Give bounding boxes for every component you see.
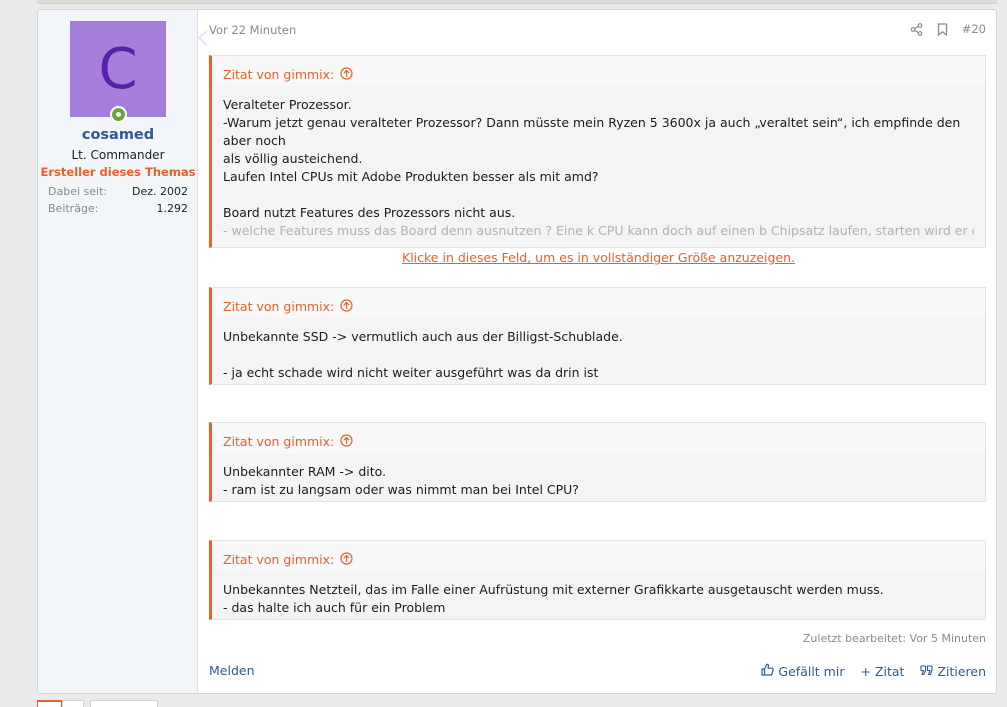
post-main: Vor 22 Minuten #20 Zitat von gimmix: Ver… — [198, 10, 996, 693]
quote-block-4: Zitat von gimmix: Unbekanntes Netzteil, … — [209, 540, 986, 620]
username[interactable]: cosamed — [38, 127, 198, 143]
quote-block-3: Zitat von gimmix: Unbekannter RAM -> dit… — [209, 422, 986, 502]
quote-marks-icon — [920, 664, 933, 679]
report-button[interactable]: Melden — [209, 663, 255, 678]
user-rank: Lt. Commander — [71, 148, 165, 162]
stat-joined: Dabei seit: Dez. 2002 — [48, 185, 188, 198]
reply-quote-button[interactable]: Zitieren — [920, 664, 986, 679]
multi-quote-button[interactable]: + Zitat — [860, 664, 904, 679]
like-button[interactable]: Gefällt mir — [761, 663, 844, 679]
quote-block-1[interactable]: Zitat von gimmix: Veralteter Prozessor. … — [209, 55, 986, 265]
quote-block-2: Zitat von gimmix: Unbekannte SSD -> verm… — [209, 287, 986, 385]
quote-header[interactable]: Zitat von gimmix: — [212, 56, 985, 86]
previous-post-edge — [37, 0, 997, 4]
page-button[interactable] — [90, 700, 158, 707]
quote-author[interactable]: Zitat von gimmix: — [223, 552, 334, 567]
post-date[interactable]: Vor 22 Minuten — [209, 23, 296, 37]
pagination-edge — [37, 700, 158, 707]
forum-post: C cosamed Lt. Commander Ersteller dieses… — [37, 9, 997, 694]
jump-to-quote-icon[interactable] — [340, 433, 353, 450]
quote-content: Unbekannter RAM -> dito. - ram ist zu la… — [223, 464, 579, 497]
share-icon[interactable] — [910, 22, 923, 36]
page-button[interactable] — [62, 700, 84, 707]
quote-author[interactable]: Zitat von gimmix: — [223, 299, 334, 314]
post-footer-actions: Gefällt mir + Zitat Zitieren — [761, 663, 986, 679]
thumbs-up-icon — [761, 663, 775, 679]
stat-posts: Beiträge: 1.292 — [48, 202, 188, 215]
jump-to-quote-icon[interactable] — [340, 66, 353, 83]
bookmark-icon[interactable] — [937, 22, 948, 36]
page-button-active[interactable] — [37, 700, 62, 707]
quote-header[interactable]: Zitat von gimmix: — [212, 541, 985, 571]
jump-to-quote-icon[interactable] — [340, 298, 353, 315]
user-info-column: C cosamed Lt. Commander Ersteller dieses… — [38, 10, 208, 693]
thread-starter-banner: Ersteller dieses Themas — [40, 165, 196, 179]
quote-content: Unbekanntes Netzteil, das im Falle einer… — [223, 582, 884, 615]
quote-content: Unbekannte SSD -> vermutlich auch aus de… — [223, 329, 623, 380]
last-edited: Zuletzt bearbeitet: Vor 5 Minuten — [802, 632, 986, 645]
quote-author[interactable]: Zitat von gimmix: — [223, 434, 334, 449]
jump-to-quote-icon[interactable] — [340, 551, 353, 568]
post-number[interactable]: #20 — [962, 22, 986, 36]
quote-header[interactable]: Zitat von gimmix: — [212, 423, 985, 453]
quote-content: Veralteter Prozessor. -Warum jetzt genau… — [223, 97, 974, 238]
quote-header[interactable]: Zitat von gimmix: — [212, 288, 985, 318]
avatar-letter: C — [98, 36, 138, 102]
online-status-icon — [110, 106, 127, 123]
post-actions: #20 — [910, 22, 986, 36]
quote-author[interactable]: Zitat von gimmix: — [223, 67, 334, 82]
avatar[interactable]: C — [70, 21, 166, 117]
expand-quote-link[interactable]: Klicke in dieses Feld, um es in vollstän… — [212, 248, 985, 271]
